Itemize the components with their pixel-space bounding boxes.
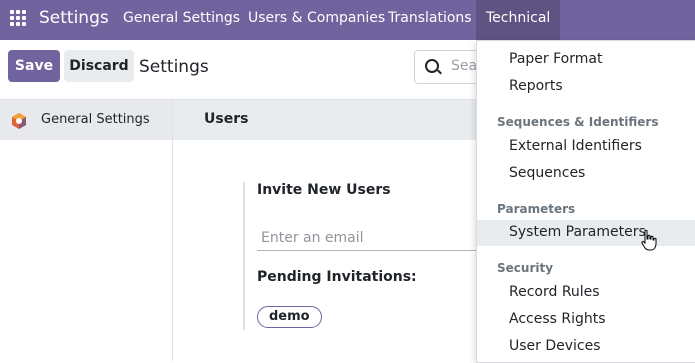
menu-item-sequences[interactable]: Sequences <box>477 161 695 187</box>
email-field[interactable]: Enter an email <box>257 226 482 251</box>
search-icon <box>425 59 439 73</box>
section-title: Users <box>204 111 249 127</box>
apps-grid-icon[interactable] <box>10 10 26 26</box>
menu-item-system-parameters[interactable]: System Parameters <box>477 220 695 246</box>
pending-user-badge[interactable]: demo <box>257 306 322 328</box>
menu-item-external-identifiers[interactable]: External Identifiers <box>477 134 695 160</box>
odoo-app-icon <box>12 113 26 129</box>
setting-divider <box>243 182 245 330</box>
discard-button[interactable]: Discard <box>64 50 134 82</box>
menu-header-sequences-identifiers: Sequences & Identifiers <box>497 115 659 129</box>
settings-sidebar: General Settings <box>0 100 173 361</box>
hand-pointer-cursor-icon <box>641 229 657 251</box>
sidebar-item-label: General Settings <box>41 112 150 127</box>
menu-translations[interactable]: Translations <box>388 10 472 26</box>
menu-header-security: Security <box>497 261 554 275</box>
menu-general-settings[interactable]: General Settings <box>123 10 240 26</box>
menu-item-record-rules[interactable]: Record Rules <box>477 280 695 306</box>
menu-header-parameters: Parameters <box>497 202 576 216</box>
sidebar-item-general-settings[interactable]: General Settings <box>0 100 172 140</box>
menu-item-reports[interactable]: Reports <box>477 74 695 100</box>
menu-users-companies[interactable]: Users & Companies <box>248 10 385 26</box>
technical-dropdown-menu: Paper Format Reports Sequences & Identif… <box>476 40 695 363</box>
email-placeholder: Enter an email <box>261 230 364 246</box>
pending-invitations-label: Pending Invitations: <box>257 269 417 285</box>
page-title: Settings <box>139 57 209 77</box>
save-button[interactable]: Save <box>8 50 60 82</box>
invite-new-users-label: Invite New Users <box>257 182 391 198</box>
menu-item-paper-format[interactable]: Paper Format <box>477 47 695 73</box>
menu-technical[interactable]: Technical <box>476 0 561 40</box>
app-name[interactable]: Settings <box>39 8 109 28</box>
search-placeholder: Sea <box>451 58 478 74</box>
menu-item-access-rights[interactable]: Access Rights <box>477 307 695 333</box>
top-navbar: Settings General Settings Users & Compan… <box>0 0 695 40</box>
menu-item-user-devices[interactable]: User Devices <box>477 334 695 360</box>
